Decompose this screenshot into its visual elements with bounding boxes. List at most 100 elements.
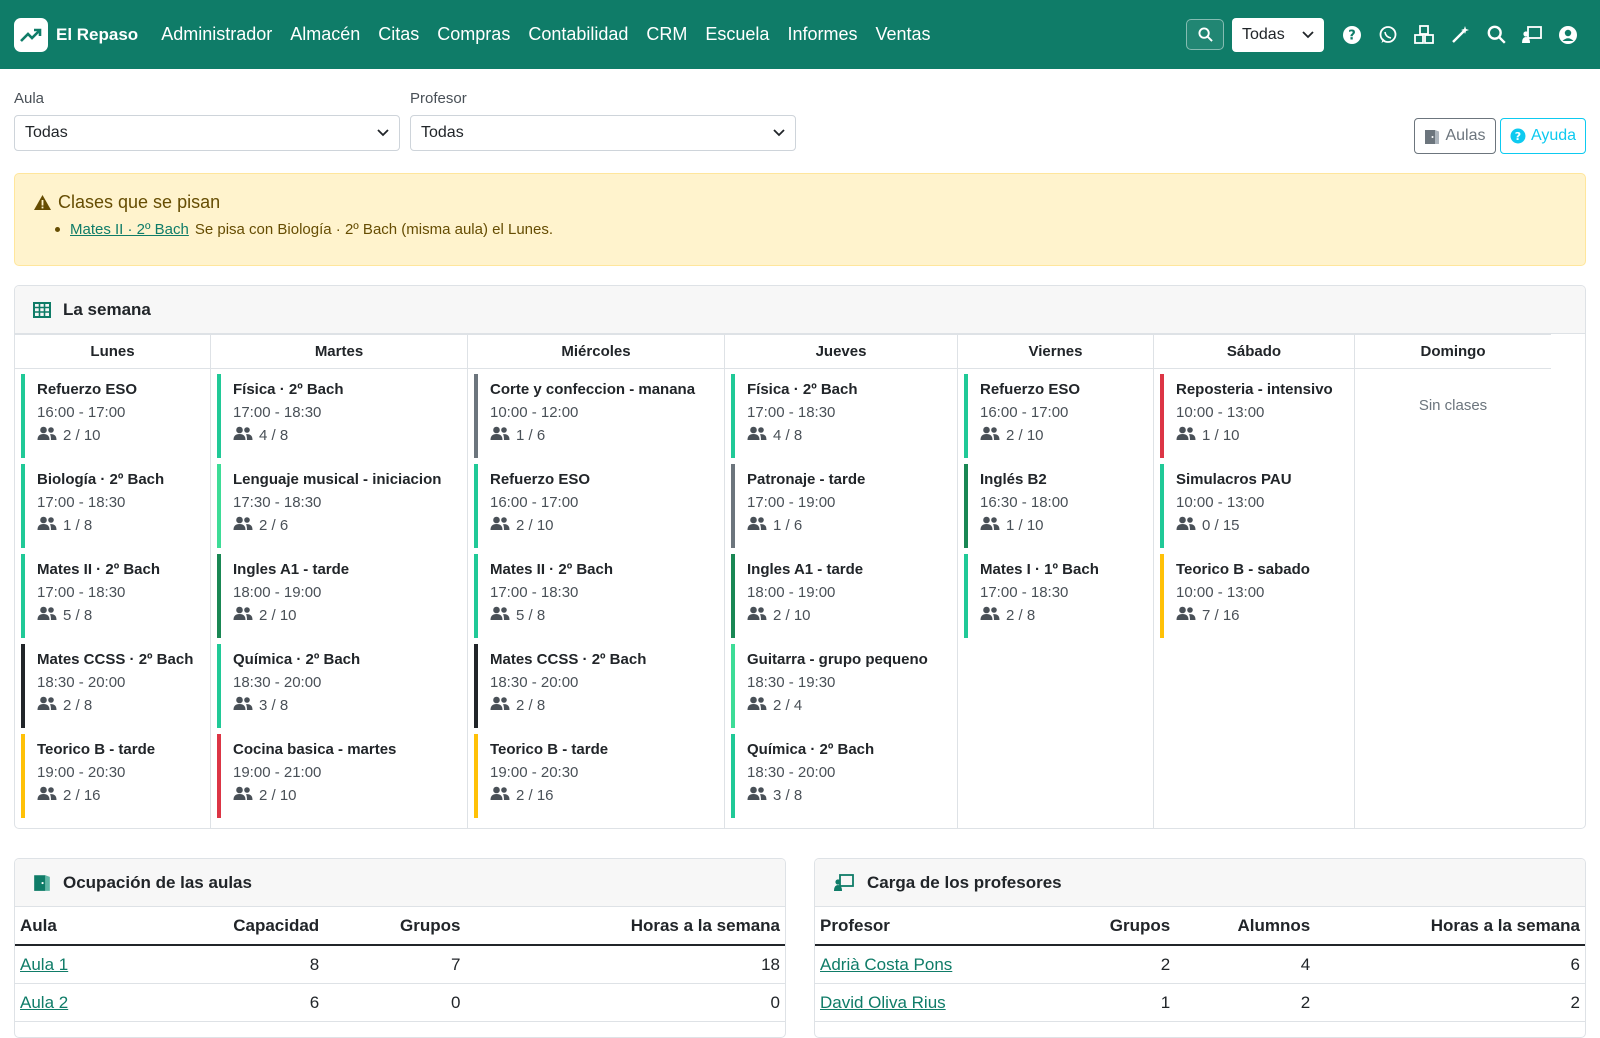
- col-grupos[interactable]: Grupos: [324, 907, 466, 946]
- col-horas[interactable]: Horas a la semana: [1315, 907, 1585, 946]
- class-title: Cocina basica - martes: [233, 741, 397, 758]
- day-header: Jueves: [725, 334, 957, 369]
- users-icon: [747, 696, 767, 714]
- class-item[interactable]: Mates II · 2º Bach 17:00 - 18:30 5 / 8: [21, 554, 204, 638]
- alert-title: Clases que se pisan: [33, 192, 1567, 213]
- class-item[interactable]: Teorico B - sabado 10:00 - 13:00 7 / 16: [1160, 554, 1348, 638]
- class-time: 16:00 - 17:00: [980, 404, 1069, 421]
- class-title: Ingles A1 - tarde: [747, 561, 864, 578]
- class-title: Teorico B - sabado: [1176, 561, 1310, 578]
- ayuda-button[interactable]: ? Ayuda: [1500, 118, 1586, 154]
- class-item[interactable]: Simulacros PAU 10:00 - 13:00 0 / 15: [1160, 464, 1348, 548]
- class-item[interactable]: Física · 2º Bach 17:00 - 18:30 4 / 8: [731, 374, 951, 458]
- main-menu: Administrador Almacén Citas Compras Cont…: [152, 24, 939, 45]
- profesor-select[interactable]: Todas: [410, 115, 796, 151]
- teachers-load-card: Carga de los profesores Profesor Grupos …: [814, 858, 1586, 1038]
- class-item[interactable]: Física · 2º Bach 17:00 - 18:30 4 / 8: [217, 374, 461, 458]
- help-icon: ?: [1510, 128, 1526, 144]
- class-title: Patronaje - tarde: [747, 471, 866, 488]
- col-aula[interactable]: Aula: [15, 907, 132, 946]
- magic-wand-icon[interactable]: [1442, 17, 1478, 53]
- class-item[interactable]: Guitarra - grupo pequeno 18:30 - 19:30 2 /…: [731, 644, 951, 728]
- svg-text:?: ?: [1515, 130, 1521, 143]
- class-item[interactable]: Mates CCSS · 2º Bach 18:30 - 20:00 2 / 8: [21, 644, 204, 728]
- profesor-select-value: Todas: [421, 124, 464, 141]
- menu-escuela[interactable]: Escuela: [696, 24, 778, 45]
- capacidad-cell: 8: [131, 945, 325, 984]
- class-item[interactable]: Biología · 2º Bach 17:00 - 18:30 1 / 8: [21, 464, 204, 548]
- col-grupos[interactable]: Grupos: [1055, 907, 1176, 946]
- cubes-icon[interactable]: [1406, 17, 1442, 53]
- class-item[interactable]: Mates I · 1º Bach 17:00 - 18:30 2 / 8: [964, 554, 1147, 638]
- users-icon: [490, 606, 510, 624]
- class-item[interactable]: Química · 2º Bach 18:30 - 20:00 3 / 8: [731, 734, 951, 818]
- menu-contabilidad[interactable]: Contabilidad: [519, 24, 637, 45]
- class-item[interactable]: Ingles A1 - tarde 18:00 - 19:00 2 / 10: [217, 554, 461, 638]
- chalkboard-teacher-icon[interactable]: [1514, 17, 1550, 53]
- menu-ventas[interactable]: Ventas: [866, 24, 939, 45]
- class-item[interactable]: Refuerzo ESO 16:00 - 17:00 2 / 10: [964, 374, 1147, 458]
- class-time: 17:30 - 18:30: [233, 494, 322, 511]
- search-icon[interactable]: [1478, 17, 1514, 53]
- users-icon: [747, 786, 767, 804]
- class-item[interactable]: Mates II · 2º Bach 17:00 - 18:30 5 / 8: [474, 554, 718, 638]
- aula-link[interactable]: Aula 2: [20, 993, 68, 1012]
- class-item[interactable]: Ingles A1 - tarde 18:00 - 19:00 2 / 10: [731, 554, 951, 638]
- class-item[interactable]: Corte y confeccion - manana 10:00 - 12:00…: [474, 374, 718, 458]
- aulas-button[interactable]: Aulas: [1414, 118, 1496, 154]
- day-column: Sábado Reposteria - intensivo 10:00 - 13:0…: [1154, 334, 1355, 828]
- users-icon: [980, 606, 1000, 624]
- aula-select[interactable]: Todas: [14, 115, 400, 151]
- class-item[interactable]: Química · 2º Bach 18:30 - 20:00 3 / 8: [217, 644, 461, 728]
- class-item[interactable]: Teorico B - tarde 19:00 - 20:30 2 / 16: [474, 734, 718, 818]
- users-icon: [37, 696, 57, 714]
- menu-administrador[interactable]: Administrador: [152, 24, 281, 45]
- users-icon: [37, 516, 57, 534]
- capacidad-cell: 6: [131, 983, 325, 1022]
- menu-almacen[interactable]: Almacén: [281, 24, 369, 45]
- enrollment-count: 2 / 16: [63, 786, 101, 804]
- col-capacidad[interactable]: Capacidad: [131, 907, 325, 946]
- scope-select[interactable]: Todas: [1232, 17, 1324, 52]
- profesor-link[interactable]: Adrià Costa Pons: [820, 955, 952, 974]
- class-item[interactable]: Patronaje - tarde 17:00 - 19:00 1 / 6: [731, 464, 951, 548]
- navbar-search-button[interactable]: [1186, 19, 1224, 50]
- chevron-down-icon: [377, 129, 389, 137]
- menu-crm[interactable]: CRM: [637, 24, 696, 45]
- aulas-occupancy-card: Ocupación de las aulas Aula Capacidad Gr…: [14, 858, 786, 1038]
- col-profesor[interactable]: Profesor: [815, 907, 1056, 946]
- class-title: Mates CCSS · 2º Bach: [490, 651, 647, 668]
- class-enrollment: 1 / 10: [980, 516, 1147, 534]
- class-item[interactable]: Reposteria - intensivo 10:00 - 13:00 1 / 1…: [1160, 374, 1348, 458]
- users-icon: [37, 426, 57, 444]
- class-item[interactable]: Refuerzo ESO 16:00 - 17:00 2 / 10: [474, 464, 718, 548]
- brand[interactable]: El Repaso: [14, 17, 138, 52]
- class-item[interactable]: Cocina basica - martes 19:00 - 21:00 2 / 1…: [217, 734, 461, 818]
- menu-informes[interactable]: Informes: [778, 24, 866, 45]
- profesor-link[interactable]: David Oliva Rius: [820, 993, 946, 1012]
- class-enrollment: 5 / 8: [490, 606, 718, 624]
- class-item[interactable]: Inglés B2 16:30 - 18:00 1 / 10: [964, 464, 1147, 548]
- class-item[interactable]: Lenguaje musical - iniciacion 17:30 - 18:…: [217, 464, 461, 548]
- aula-link[interactable]: Aula 1: [20, 955, 68, 974]
- help-icon[interactable]: ?: [1334, 17, 1370, 53]
- conflict-class-link[interactable]: Mates II · 2º Bach: [70, 221, 189, 238]
- grupos-cell: 0: [324, 983, 466, 1022]
- col-alumnos[interactable]: Alumnos: [1175, 907, 1316, 946]
- menu-citas[interactable]: Citas: [369, 24, 428, 45]
- col-horas[interactable]: Horas a la semana: [465, 907, 785, 946]
- class-item[interactable]: Refuerzo ESO 16:00 - 17:00 2 / 10: [21, 374, 204, 458]
- day-header: Sábado: [1154, 334, 1354, 369]
- class-enrollment: 2 / 8: [37, 696, 204, 714]
- class-item[interactable]: Teorico B - tarde 19:00 - 20:30 2 / 16: [21, 734, 204, 818]
- enrollment-count: 2 / 6: [259, 516, 289, 534]
- class-enrollment: 1 / 6: [490, 426, 718, 444]
- menu-compras[interactable]: Compras: [428, 24, 519, 45]
- class-time: 18:30 - 20:00: [747, 764, 836, 781]
- whatsapp-icon[interactable]: [1370, 17, 1406, 53]
- enrollment-count: 5 / 8: [63, 606, 93, 624]
- class-title: Lenguaje musical - iniciacion: [233, 471, 442, 488]
- user-circle-icon[interactable]: [1550, 17, 1586, 53]
- class-item[interactable]: Mates CCSS · 2º Bach 18:30 - 20:00 2 / 8: [474, 644, 718, 728]
- class-title: Mates I · 1º Bach: [980, 561, 1099, 578]
